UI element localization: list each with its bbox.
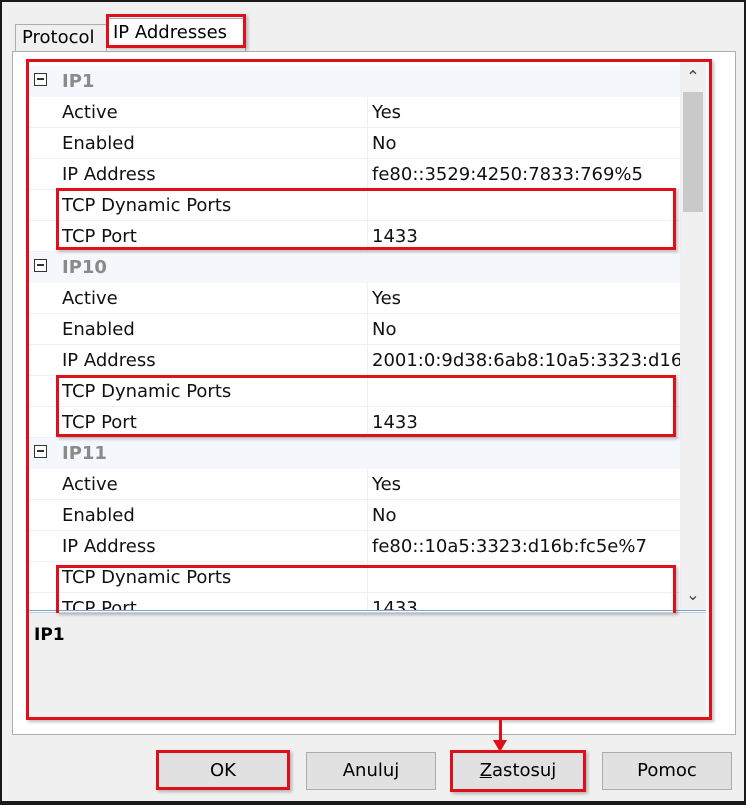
property-row[interactable]: Enabled No	[28, 500, 682, 531]
property-name: Active	[62, 474, 118, 495]
column-divider	[367, 159, 368, 189]
property-value[interactable]: 2001:0:9d38:6ab8:10a5:3323:d16b	[372, 345, 682, 376]
property-value[interactable]: Yes	[372, 283, 682, 314]
category-label: IP10	[62, 257, 107, 278]
property-name: Enabled	[62, 319, 135, 340]
ok-button[interactable]: OK	[158, 752, 288, 790]
property-name: TCP Port	[62, 412, 137, 433]
property-row[interactable]: Enabled No	[28, 314, 682, 345]
collapse-icon[interactable]	[34, 259, 47, 272]
property-value[interactable]: fe80::3529:4250:7833:769%5	[372, 159, 682, 190]
chevron-up-icon[interactable]: ⌃	[680, 62, 706, 92]
property-value[interactable]: 1433	[372, 593, 682, 610]
property-row[interactable]: TCP Port 1433	[28, 407, 682, 438]
property-row[interactable]: TCP Dynamic Ports	[28, 190, 682, 221]
grid-separator	[28, 610, 706, 611]
tab-protocol[interactable]: Protocol	[15, 24, 107, 52]
column-divider	[367, 500, 368, 530]
property-row[interactable]: IP Address fe80::3529:4250:7833:769%5	[28, 159, 682, 190]
column-divider	[367, 593, 368, 610]
column-divider	[367, 190, 368, 220]
property-name: Active	[62, 102, 118, 123]
property-row[interactable]: Active Yes	[28, 97, 682, 128]
property-row[interactable]: TCP Port 1433	[28, 221, 682, 252]
category-row-ip10[interactable]: IP10	[28, 252, 682, 283]
property-value[interactable]: 1433	[372, 221, 682, 252]
property-name: IP Address	[62, 350, 156, 371]
column-divider	[367, 407, 368, 437]
arrow-head-icon	[493, 740, 507, 752]
column-divider	[367, 283, 368, 313]
property-name: TCP Dynamic Ports	[62, 567, 232, 588]
property-value[interactable]: No	[372, 314, 682, 345]
help-button[interactable]: Pomoc	[602, 752, 732, 790]
property-row[interactable]: TCP Dynamic Ports	[28, 376, 682, 407]
property-name: Enabled	[62, 505, 135, 526]
category-row-ip11[interactable]: IP11	[28, 438, 682, 469]
vertical-scrollbar[interactable]: ⌃ ⌄	[680, 62, 706, 610]
description-title: IP1	[34, 625, 65, 645]
collapse-icon[interactable]	[34, 73, 47, 86]
property-value[interactable]: Yes	[372, 97, 682, 128]
cancel-button[interactable]: Anuluj	[306, 752, 436, 790]
apply-button[interactable]: Zastosuj	[452, 752, 584, 790]
property-value[interactable]: fe80::10a5:3323:d16b:fc5e%7	[372, 531, 682, 562]
column-divider	[367, 128, 368, 158]
column-divider	[367, 469, 368, 499]
collapse-icon[interactable]	[34, 445, 47, 458]
property-value[interactable]: Yes	[372, 469, 682, 500]
tab-ip-addresses[interactable]: IP Addresses	[106, 18, 246, 52]
column-divider	[367, 376, 368, 406]
property-row[interactable]: IP Address 2001:0:9d38:6ab8:10a5:3323:d16…	[28, 345, 682, 376]
property-value[interactable]: No	[372, 500, 682, 531]
description-pane: IP1	[28, 612, 706, 717]
apply-label: astosuj	[492, 760, 557, 781]
column-divider	[367, 314, 368, 344]
property-name: TCP Dynamic Ports	[62, 381, 232, 402]
column-divider	[367, 221, 368, 251]
property-row[interactable]: TCP Port 1433	[28, 593, 682, 610]
apply-accelerator: Z	[479, 760, 493, 781]
category-row-ip1[interactable]: IP1	[28, 66, 682, 97]
property-name: IP Address	[62, 164, 156, 185]
property-grid: IP1 Active Yes Enabled No IP Address fe80::…	[28, 62, 682, 610]
scrollbar-thumb[interactable]	[683, 92, 703, 212]
property-row[interactable]: Active Yes	[28, 469, 682, 500]
chevron-down-icon[interactable]: ⌄	[680, 580, 706, 610]
column-divider	[367, 345, 368, 375]
property-name: Active	[62, 288, 118, 309]
property-name: IP Address	[62, 536, 156, 557]
column-divider	[367, 531, 368, 561]
property-row[interactable]: TCP Dynamic Ports	[28, 562, 682, 593]
property-row[interactable]: IP Address fe80::10a5:3323:d16b:fc5e%7	[28, 531, 682, 562]
property-name: TCP Port	[62, 598, 137, 610]
property-value[interactable]: No	[372, 128, 682, 159]
property-value[interactable]: 1433	[372, 407, 682, 438]
property-row[interactable]: Enabled No	[28, 128, 682, 159]
property-name: TCP Dynamic Ports	[62, 195, 232, 216]
category-label: IP1	[62, 71, 95, 92]
column-divider	[367, 562, 368, 592]
property-name: Enabled	[62, 133, 135, 154]
category-label: IP11	[62, 443, 107, 464]
property-row[interactable]: Active Yes	[28, 283, 682, 314]
column-divider	[367, 97, 368, 127]
property-name: TCP Port	[62, 226, 137, 247]
